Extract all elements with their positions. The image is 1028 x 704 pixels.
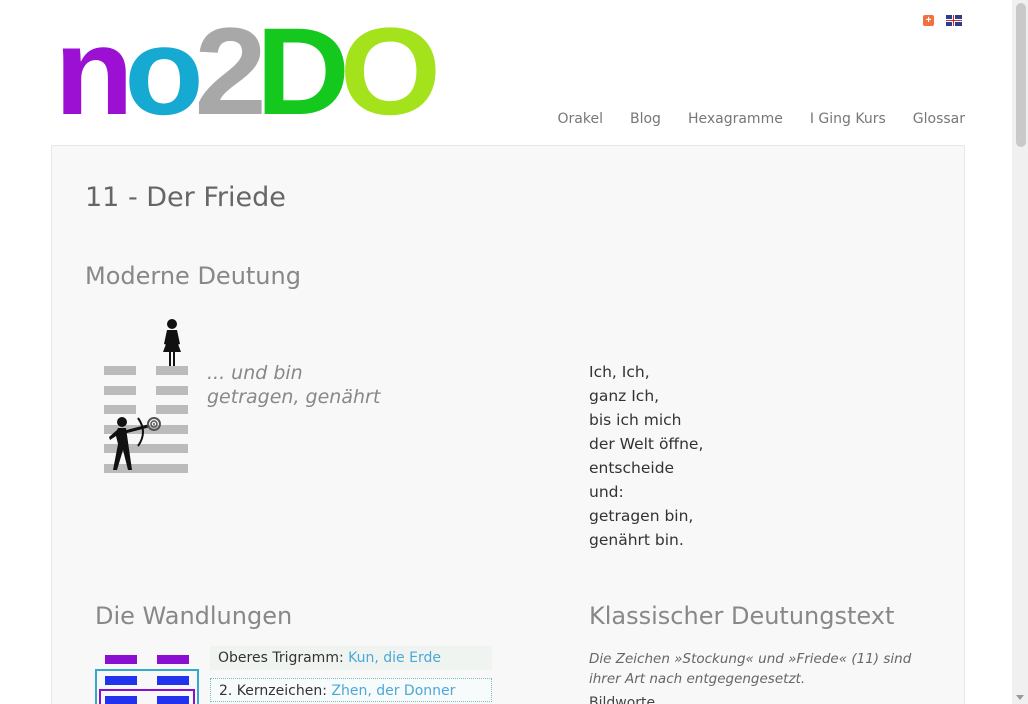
poem: Ich, Ich, ganz Ich, bis ich mich der Wel… (589, 360, 703, 552)
upper-trigram-label: Oberes Trigramm: (218, 650, 344, 666)
motto: ... und bin getragen, genährt (207, 361, 380, 409)
poem-line: Ich, Ich, (589, 363, 650, 381)
upper-trigram-link[interactable]: Kun, die Erde (348, 650, 441, 666)
scroll-down-arrow-icon[interactable] (1016, 695, 1024, 700)
archer-figure-icon (109, 417, 161, 470)
scroll-thumb[interactable] (1016, 3, 1026, 147)
motto-line-1: ... und bin (207, 362, 303, 384)
classic-heading: Klassischer Deutungstext (589, 602, 895, 630)
core-sign-link[interactable]: Zhen, der Donner (331, 683, 455, 699)
language-switcher: + (923, 15, 962, 26)
poem-line: bis ich mich (589, 411, 682, 429)
logo-letter-2: 2 (193, 3, 266, 141)
plus-icon[interactable]: + (923, 15, 934, 26)
core-sign-row: 2. Kernzeichen: Zhen, der Donner (210, 678, 492, 702)
poem-line: und: (589, 483, 624, 501)
site-logo[interactable]: n o 2 D O (54, 3, 441, 141)
changes-heading: Die Wandlungen (95, 602, 293, 630)
nav-item-i-ging-kurs[interactable]: I Ging Kurs (810, 111, 886, 127)
modern-heading: Moderne Deutung (85, 262, 301, 290)
nav-item-glossar[interactable]: Glossar (913, 111, 965, 127)
changes-hexagram-graphic (95, 651, 203, 704)
logo-letter-n: n (54, 3, 134, 141)
core-sign-label: 2. Kernzeichen: (219, 683, 327, 699)
page-title: 11 - Der Friede (85, 182, 286, 213)
content-panel: 11 - Der Friede Moderne Deutung ... und … (51, 145, 965, 704)
poem-line: getragen bin, (589, 507, 694, 525)
poem-line: entscheide (589, 459, 675, 477)
main-nav: Orakel Blog Hexagramme I Ging Kurs Gloss… (558, 111, 965, 127)
vertical-scrollbar[interactable] (1012, 0, 1028, 704)
nav-item-blog[interactable]: Blog (630, 111, 661, 127)
poem-line: der Welt öffne, (589, 435, 704, 453)
logo-letter-D: D (256, 3, 350, 141)
upper-trigram-row: Oberes Trigramm: Kun, die Erde (210, 646, 492, 670)
poem-line: ganz Ich, (589, 387, 660, 405)
nav-item-hexagramme[interactable]: Hexagramme (688, 111, 783, 127)
uk-flag-icon[interactable] (946, 15, 962, 26)
motto-line-2: getragen, genährt (207, 386, 381, 408)
classic-intro-text: Die Zeichen »Stockung« und »Friede« (11)… (589, 651, 912, 687)
logo-letter-O: O (339, 3, 441, 141)
nav-item-orakel[interactable]: Orakel (558, 111, 603, 127)
poem-line: genährt bin. (589, 531, 684, 549)
logo-letter-o: o (124, 3, 204, 141)
woman-figure-icon (163, 319, 181, 366)
classic-next-heading: Bildworte (589, 695, 656, 704)
